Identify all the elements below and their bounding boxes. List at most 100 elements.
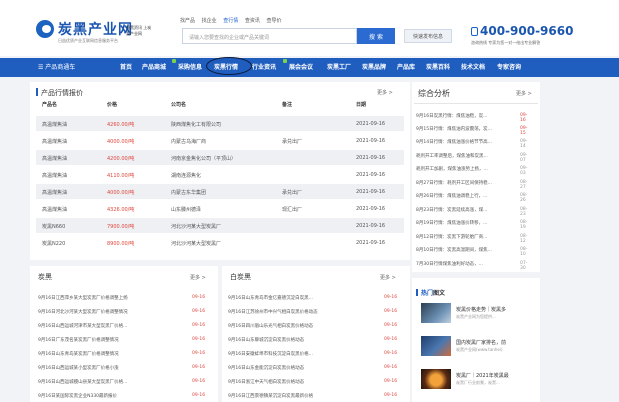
- analysis-item[interactable]: 9月14日行情：煤焦油涨价格节节高...: [416, 139, 492, 145]
- cell-product[interactable]: 高温煤焦油: [42, 172, 67, 179]
- search-tab-products[interactable]: 找产品: [180, 18, 195, 24]
- news-thumbnail[interactable]: [421, 336, 451, 356]
- news-thumbnail[interactable]: [421, 369, 451, 389]
- table-row[interactable]: 高温煤焦油 4326.00/吨 山东滕州德泽 现汇出厂 2021-09-16: [36, 201, 404, 216]
- cell-product[interactable]: 高温煤焦油: [42, 138, 67, 145]
- nav-item-factory[interactable]: 炭黑工厂: [327, 62, 351, 71]
- analysis-item[interactable]: 7月30日行情煤焦油利好动态，...: [416, 261, 483, 267]
- cell-company[interactable]: 山东滕州德泽: [171, 206, 201, 213]
- nav-market-menu[interactable]: 产品商通车: [38, 62, 75, 71]
- search-tab-market[interactable]: 查行情: [223, 18, 238, 24]
- news-item[interactable]: 9月16日山西运城某小型炭黑厂价格小涨: [38, 365, 119, 371]
- table-row[interactable]: 高温煤焦油 4260.00/吨 陕西煤焦化工有限公司 2021-09-16: [36, 116, 404, 131]
- news-item[interactable]: 9月16日四川眉山乐光气相白炭黑价格动态: [228, 323, 313, 329]
- analysis-item[interactable]: 8月27日行情：耗剂开工区间保持稳...: [416, 180, 492, 186]
- news-item[interactable]: 9月16日山西运城稷山县某大型炭黑厂价格...: [38, 379, 127, 385]
- publish-button[interactable]: 快速发布信息: [404, 29, 452, 43]
- news-date: 09-16: [384, 379, 398, 384]
- table-row[interactable]: 炭黑N220 8900.00/吨 河北沙河某大型炭黑厂 2021-09-16: [36, 235, 404, 250]
- search-input[interactable]: 请输入您要查找的企业或产品关键词: [182, 28, 357, 44]
- nav-item-brand[interactable]: 炭黑品牌: [362, 62, 386, 71]
- news-item[interactable]: 9月16日广东茂名某炭黑厂价格调整情况: [38, 337, 119, 343]
- price-more-link[interactable]: 更多 >: [377, 89, 393, 96]
- news-date: 09-16: [384, 309, 398, 314]
- news-item[interactable]: 9月16日某国际炭黑企业N330最新报价: [38, 393, 117, 399]
- analysis-item[interactable]: 8月12日行情：炭黑下游轮胎厂商...: [416, 234, 487, 240]
- nav-item-mall[interactable]: 产品商城: [142, 62, 166, 71]
- cell-company[interactable]: 内蒙古乌海厂商: [171, 138, 206, 145]
- analysis-item[interactable]: 9月15日行情：煤焦油内波震荡，炭...: [416, 126, 492, 132]
- cell-company[interactable]: 内蒙古东华集团: [171, 189, 206, 196]
- analysis-item[interactable]: 8月23日行情：炭黑延续高涨，煤...: [416, 207, 487, 213]
- cell-company[interactable]: 河南京金焦化公司（平顶山）: [171, 155, 236, 162]
- cell-product[interactable]: 高温煤焦油: [42, 155, 67, 162]
- carbon-black-more-link[interactable]: 更多 >: [190, 274, 206, 281]
- analysis-item[interactable]: 9月16日炭黑行情：煤焦油稳，炭...: [416, 113, 487, 119]
- nav-item-experts[interactable]: 专家咨询: [497, 62, 521, 71]
- analysis-item[interactable]: 8月10日行情：炭黑高温期间，煤焦...: [416, 247, 492, 253]
- news-thumbnail[interactable]: [421, 303, 451, 323]
- search-tab-prices[interactable]: 查导价: [266, 18, 281, 24]
- hot-item-sub: 炭黑产业网为您提供...: [456, 314, 496, 319]
- news-item[interactable]: 9月16日山东聊城沉淀白炭黑价格动态: [228, 337, 304, 343]
- nav-item-wiki[interactable]: 炭黑百科: [426, 62, 450, 71]
- cell-company[interactable]: 湖南连源焦化: [171, 172, 201, 179]
- cell-note: 承兑出厂: [282, 190, 303, 196]
- analysis-date: 08-12: [520, 234, 528, 244]
- news-item[interactable]: 9月16日山东金能沉淀白炭黑价格动态: [228, 365, 304, 371]
- cell-product[interactable]: 高温煤焦油: [42, 121, 67, 128]
- nav-item-news[interactable]: 行业资讯: [252, 62, 276, 71]
- analysis-item[interactable]: 8月19日行情：煤焦油涨价转移，...: [416, 220, 487, 226]
- price-table-title: 产品行情报价: [41, 89, 83, 97]
- news-item[interactable]: 9月16日山东青岛市金亿嘉德沉淀白炭黑...: [228, 295, 313, 301]
- news-item[interactable]: 9月16日山西运城河津市某大型炭黑厂价格...: [38, 323, 127, 329]
- cell-company[interactable]: 河北沙河某大型炭黑厂: [171, 240, 221, 247]
- nav-item-home[interactable]: 首页: [120, 62, 132, 71]
- search-button[interactable]: 搜 索: [357, 28, 395, 44]
- cell-product[interactable]: 高温煤焦油: [42, 206, 67, 213]
- news-item[interactable]: 9月16日江西景德镇某沉淀白炭黑最新价格: [228, 393, 313, 399]
- cell-product[interactable]: 炭黑N220: [42, 240, 65, 247]
- white-carbon-more-link[interactable]: 更多 >: [380, 274, 396, 281]
- analysis-item[interactable]: 耗剂开工加剧，煤焦油涨势上扬，...: [416, 166, 488, 172]
- search-tab-news[interactable]: 查资讯: [245, 18, 260, 24]
- news-date: 09-16: [192, 295, 206, 300]
- hot-item-title[interactable]: 炭黑价格走势｜炭黑多: [456, 306, 506, 313]
- table-row[interactable]: 炭黑N660 7900.00/吨 河北沙河某大型炭黑厂 2021-09-16: [36, 218, 404, 233]
- nav-item-docs[interactable]: 技术文档: [461, 62, 485, 71]
- table-row[interactable]: 高温煤焦油 4200.00/吨 河南京金焦化公司（平顶山） 2021-09-16: [36, 150, 404, 165]
- nav-item-library[interactable]: 产品库: [397, 62, 415, 71]
- phone-icon: [471, 27, 478, 36]
- news-item[interactable]: 9月16日江苏徐州市中兴气相白炭黑价格动态: [228, 309, 318, 315]
- cell-product[interactable]: 高温煤焦油: [42, 189, 67, 196]
- new-badge-icon: [172, 59, 176, 63]
- news-item[interactable]: 9月16日浙江中天气相白炭黑价格动态: [228, 379, 304, 385]
- cell-company[interactable]: 陕西煤焦化工有限公司: [171, 121, 221, 128]
- news-item[interactable]: 9月16日安徽蚌埠市科技沉淀白炭黑价格...: [228, 351, 313, 357]
- analysis-item[interactable]: 8月26日行情：煤焦油调稳上行，...: [416, 193, 487, 199]
- col-header-note: 备注: [282, 102, 293, 108]
- hot-item-title[interactable]: 国内炭黑厂家排名，前: [456, 339, 506, 346]
- news-item[interactable]: 9月16日江西萍乡某大型炭黑厂价格调整上扬: [38, 295, 128, 301]
- news-date: 09-16: [192, 337, 206, 342]
- news-date: 09-16: [192, 393, 206, 398]
- logo-title[interactable]: 炭黑产业网: [58, 19, 133, 39]
- analysis-date: 09-03: [520, 166, 528, 176]
- table-row[interactable]: 高温煤焦油 4000.00/吨 内蒙古东华集团 承兑出厂 2021-09-16: [36, 184, 404, 199]
- logo-icon[interactable]: [36, 20, 54, 38]
- table-row[interactable]: 高温煤焦油 4000.00/吨 内蒙古乌海厂商 承兑出厂 2021-09-16: [36, 133, 404, 148]
- analysis-more-link[interactable]: 更多 >: [516, 90, 532, 97]
- hot-item-title[interactable]: 炭黑厂｜2021年炭黑最: [456, 372, 509, 379]
- cell-company[interactable]: 河北沙河某大型炭黑厂: [171, 223, 221, 230]
- news-date: 09-16: [192, 309, 206, 314]
- news-date: 09-16: [192, 379, 206, 384]
- news-item[interactable]: 9月16日山东青岛某炭黑厂价格调整情况: [38, 351, 119, 357]
- analysis-item[interactable]: 耗剂开工率调整后，煤焦油和炭黑...: [416, 153, 488, 159]
- news-item[interactable]: 9月16日河北沙河某大型炭黑厂价格调整情况: [38, 309, 128, 315]
- cell-product[interactable]: 炭黑N660: [42, 223, 65, 230]
- table-row[interactable]: 高温煤焦油 4110.00/吨 湖南连源焦化 2021-09-16: [36, 167, 404, 182]
- nav-item-purchase[interactable]: 采购信息: [178, 62, 202, 71]
- section-marker: [416, 289, 418, 296]
- nav-item-exhibition[interactable]: 展会会议: [289, 62, 313, 71]
- search-tab-companies[interactable]: 找企业: [202, 18, 217, 24]
